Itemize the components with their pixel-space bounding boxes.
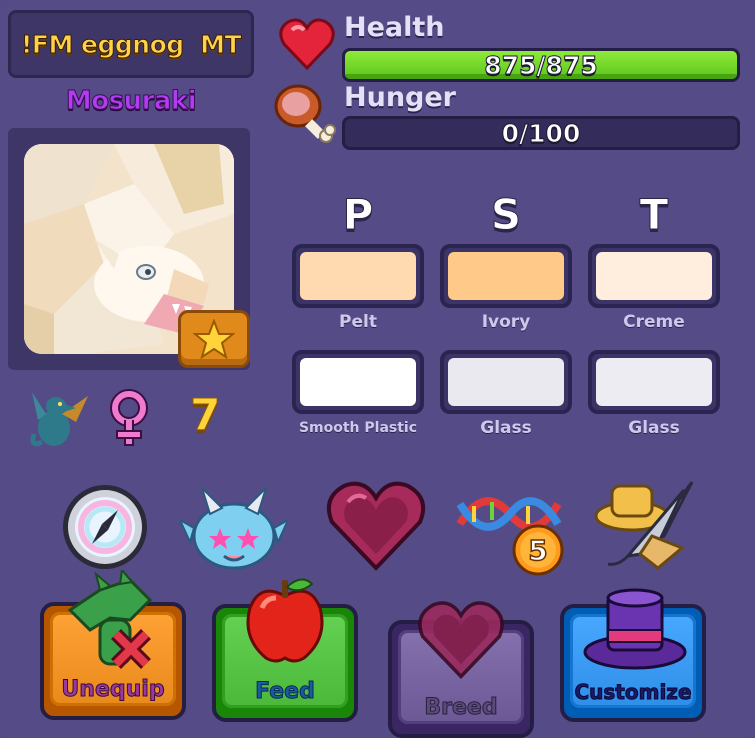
feed-label: Feed — [255, 679, 316, 705]
dragon-nickname: !FM eggnog MT — [20, 29, 242, 59]
heart-gem-icon[interactable] — [326, 478, 426, 572]
nickname-box[interactable]: !FM eggnog MT — [8, 10, 254, 78]
color-swatch-primary[interactable] — [292, 244, 424, 308]
unequip-label: Unequip — [61, 677, 165, 703]
customize-label: Customize — [574, 680, 692, 705]
gene-header-secondary: S — [490, 190, 522, 240]
star-icon — [193, 319, 235, 359]
material-swatch-secondary[interactable] — [440, 350, 572, 414]
color-name-primary: Pelt — [339, 312, 377, 332]
material-swatch-primary[interactable] — [292, 350, 424, 414]
gene-header-primary: P — [342, 190, 374, 240]
species-name: Mosuraki — [65, 86, 197, 117]
hunger-bar: 0/100 — [342, 116, 740, 150]
baby-dragon-face-icon[interactable] — [180, 484, 288, 574]
breed-heart-icon — [418, 601, 504, 680]
dragon-level: 7 — [190, 390, 222, 442]
color-name-tertiary: Creme — [623, 312, 685, 332]
color-swatch-tertiary[interactable] — [588, 244, 720, 308]
dna-five-icon[interactable]: 5 — [454, 484, 564, 578]
favorite-star-button[interactable] — [178, 310, 250, 368]
dragon-info-panel: !FM eggnog MT Mosuraki 7 Health 875/875 … — [0, 0, 755, 738]
swatch-fill — [448, 252, 564, 300]
quill-hat-icon[interactable] — [588, 476, 698, 574]
swatch-fill — [448, 358, 564, 406]
color-name-secondary: Ivory — [481, 312, 531, 332]
health-heart-icon — [279, 18, 335, 71]
compass-icon[interactable] — [58, 480, 152, 574]
mini-dragon-icon — [30, 392, 88, 447]
gene-header-tertiary: T — [639, 190, 669, 240]
swatch-fill — [300, 252, 416, 300]
svg-text:5: 5 — [528, 534, 547, 567]
female-icon — [110, 389, 148, 446]
material-name-primary: Smooth Plastic — [298, 420, 418, 436]
top-hat-icon — [583, 588, 687, 670]
apple-icon — [246, 578, 324, 663]
swatch-fill — [596, 358, 712, 406]
swatch-fill — [300, 358, 416, 406]
health-label: Health — [344, 12, 445, 43]
hunger-label: Hunger — [344, 82, 456, 113]
material-name-tertiary: Glass — [628, 418, 680, 438]
material-name-secondary: Glass — [480, 418, 532, 438]
material-swatch-tertiary[interactable] — [588, 350, 720, 414]
hunger-value: 0/100 — [501, 118, 581, 148]
color-swatch-secondary[interactable] — [440, 244, 572, 308]
dragon-unequip-icon — [67, 570, 153, 669]
health-bar: 875/875 — [342, 48, 740, 82]
health-value: 875/875 — [484, 50, 599, 80]
breed-label: Breed — [424, 695, 498, 721]
swatch-fill — [596, 252, 712, 300]
meat-drumstick-icon — [274, 84, 336, 143]
